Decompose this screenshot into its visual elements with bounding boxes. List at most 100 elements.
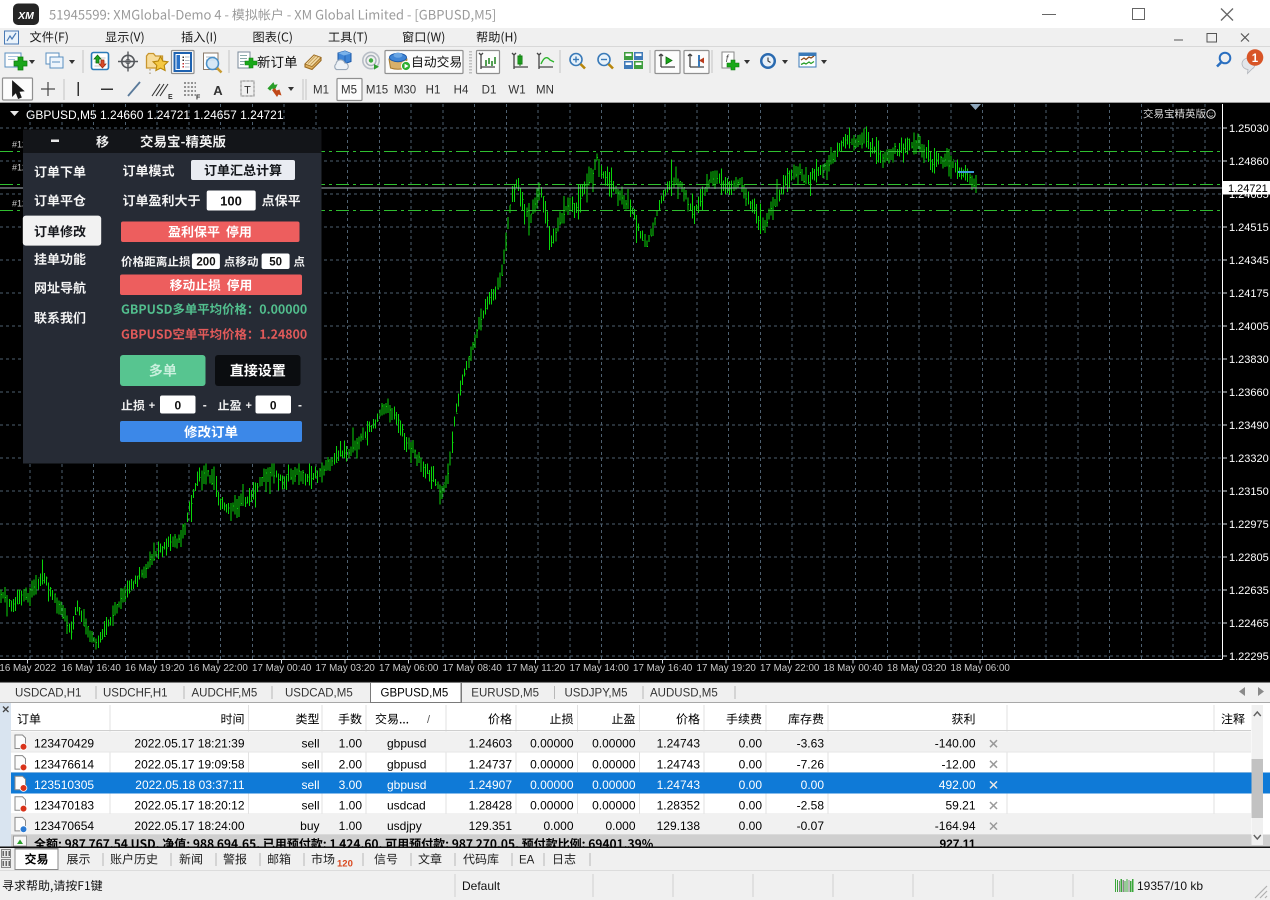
svg-text:-: -	[298, 398, 302, 412]
svg-text:18 May 03:20: 18 May 03:20	[887, 663, 947, 674]
svg-text:1.22465: 1.22465	[1229, 618, 1269, 630]
svg-text:AUDCHF,M5: AUDCHF,M5	[192, 688, 258, 700]
svg-text:2022.05.17 19:09:58: 2022.05.17 19:09:58	[134, 757, 244, 771]
svg-text:0.000: 0.000	[543, 819, 573, 833]
svg-text:17 May 19:20: 17 May 19:20	[697, 663, 757, 674]
svg-text:0.00000: 0.00000	[592, 737, 636, 751]
svg-text:AUDUSD,M5: AUDUSD,M5	[650, 688, 718, 700]
svg-text:1.23490: 1.23490	[1229, 420, 1269, 432]
svg-text:GBPUSD,M5: GBPUSD,M5	[381, 688, 449, 700]
svg-text:0.00: 0.00	[739, 799, 763, 813]
svg-text:+: +	[245, 400, 251, 412]
svg-text:123476614: 123476614	[34, 757, 94, 771]
svg-text:1.24737: 1.24737	[469, 757, 513, 771]
svg-text:1.23320: 1.23320	[1229, 453, 1269, 465]
svg-text:1.00: 1.00	[339, 737, 363, 751]
svg-text:1.25030: 1.25030	[1229, 123, 1269, 135]
svg-text:123470654: 123470654	[34, 819, 94, 833]
svg-text:1.00: 1.00	[339, 819, 363, 833]
svg-text:1.22805: 1.22805	[1229, 552, 1269, 564]
svg-text:EA: EA	[519, 855, 535, 867]
svg-text:492.00: 492.00	[939, 778, 976, 792]
svg-text:-164.94: -164.94	[935, 819, 976, 833]
svg-text:USDCAD,M5: USDCAD,M5	[285, 688, 353, 700]
svg-text:17 May 11:20: 17 May 11:20	[506, 663, 565, 674]
svg-text:123470429: 123470429	[34, 737, 94, 751]
svg-text:1.24005: 1.24005	[1229, 321, 1269, 333]
svg-text:0.00000: 0.00000	[592, 799, 636, 813]
svg-text:-3.63: -3.63	[797, 737, 825, 751]
svg-text:0.000: 0.000	[605, 819, 635, 833]
svg-text:XM: XM	[17, 10, 34, 22]
svg-text:2022.05.17 18:24:00: 2022.05.17 18:24:00	[134, 819, 244, 833]
svg-text:17 May 06:00: 17 May 06:00	[379, 663, 439, 674]
svg-text:1.24345: 1.24345	[1229, 255, 1269, 267]
svg-text:1.24743: 1.24743	[657, 737, 701, 751]
svg-text:USDJPY,M5: USDJPY,M5	[565, 688, 628, 700]
svg-text:-: -	[203, 398, 207, 412]
svg-text:17 May 14:00: 17 May 14:00	[570, 663, 630, 674]
svg-text:16 May 19:20: 16 May 19:20	[125, 663, 185, 674]
svg-text:100: 100	[220, 193, 242, 208]
svg-text:17 May 03:20: 17 May 03:20	[316, 663, 376, 674]
svg-text:16 May 2022: 16 May 2022	[0, 663, 56, 674]
svg-text:50: 50	[269, 257, 282, 269]
svg-text:0.00000: 0.00000	[592, 757, 636, 771]
svg-text:M5: M5	[341, 85, 357, 97]
svg-text:1.24515: 1.24515	[1229, 222, 1269, 234]
svg-text:123470183: 123470183	[34, 799, 94, 813]
svg-text:16 May 16:40: 16 May 16:40	[62, 663, 122, 674]
svg-text:sell: sell	[301, 799, 319, 813]
svg-text:1.24721: 1.24721	[1228, 183, 1268, 195]
svg-text:1.23660: 1.23660	[1229, 387, 1269, 399]
svg-text:-12.00: -12.00	[941, 757, 975, 771]
svg-text:0.00000: 0.00000	[530, 757, 574, 771]
svg-text:sell: sell	[301, 737, 319, 751]
svg-text:3.00: 3.00	[339, 778, 363, 792]
svg-text:A: A	[213, 83, 223, 98]
svg-text:H1: H1	[426, 85, 441, 97]
svg-text:2.00: 2.00	[339, 757, 363, 771]
svg-text:Default: Default	[462, 879, 501, 893]
svg-text:1: 1	[1252, 53, 1259, 65]
svg-text:0: 0	[270, 398, 277, 412]
svg-text:0.00000: 0.00000	[530, 799, 574, 813]
svg-text:1.24743: 1.24743	[657, 778, 701, 792]
svg-text:1.24743: 1.24743	[657, 757, 701, 771]
svg-text:0.00: 0.00	[739, 757, 763, 771]
svg-text:1.24603: 1.24603	[469, 737, 513, 751]
svg-text:123510305: 123510305	[34, 778, 94, 792]
svg-text:MN: MN	[536, 85, 554, 97]
svg-text:-140.00: -140.00	[935, 737, 976, 751]
svg-text:gbpusd: gbpusd	[387, 778, 426, 792]
svg-text:M30: M30	[394, 85, 416, 97]
svg-text:2022.05.17 18:21:39: 2022.05.17 18:21:39	[134, 737, 244, 751]
svg-text:GBPUSD,M5 1.24660 1.24721 1.2: GBPUSD,M5 1.24660 1.24721 1.24657 1.2472…	[26, 108, 284, 122]
svg-text:-0.07: -0.07	[797, 819, 825, 833]
svg-text:1.00: 1.00	[339, 799, 363, 813]
svg-text:120: 120	[337, 859, 353, 870]
svg-text:17 May 22:00: 17 May 22:00	[760, 663, 820, 674]
svg-text:-2.58: -2.58	[797, 799, 825, 813]
svg-text:17 May 08:40: 17 May 08:40	[443, 663, 503, 674]
svg-text:1.24860: 1.24860	[1229, 156, 1269, 168]
svg-text:W1: W1	[508, 85, 525, 97]
svg-text:T: T	[244, 85, 251, 97]
svg-text:USDCHF,H1: USDCHF,H1	[103, 688, 168, 700]
svg-text:sell: sell	[301, 757, 319, 771]
svg-text:0.00: 0.00	[739, 819, 763, 833]
svg-text:1.23150: 1.23150	[1229, 486, 1269, 498]
svg-text:0.00: 0.00	[739, 737, 763, 751]
svg-text:usdjpy: usdjpy	[387, 819, 422, 833]
svg-text:EURUSD,M5: EURUSD,M5	[471, 688, 539, 700]
svg-text:sell: sell	[301, 778, 319, 792]
svg-text:129.351: 129.351	[469, 819, 513, 833]
svg-text:1.22295: 1.22295	[1229, 651, 1269, 663]
svg-text:18 May 06:00: 18 May 06:00	[951, 663, 1011, 674]
svg-text:200: 200	[196, 257, 215, 269]
svg-text:0.00: 0.00	[739, 778, 763, 792]
svg-text:1.23830: 1.23830	[1229, 354, 1269, 366]
svg-text:17 May 16:40: 17 May 16:40	[633, 663, 693, 674]
svg-text:gbpusd: gbpusd	[387, 757, 426, 771]
svg-text:2022.05.17 18:20:12: 2022.05.17 18:20:12	[134, 799, 244, 813]
